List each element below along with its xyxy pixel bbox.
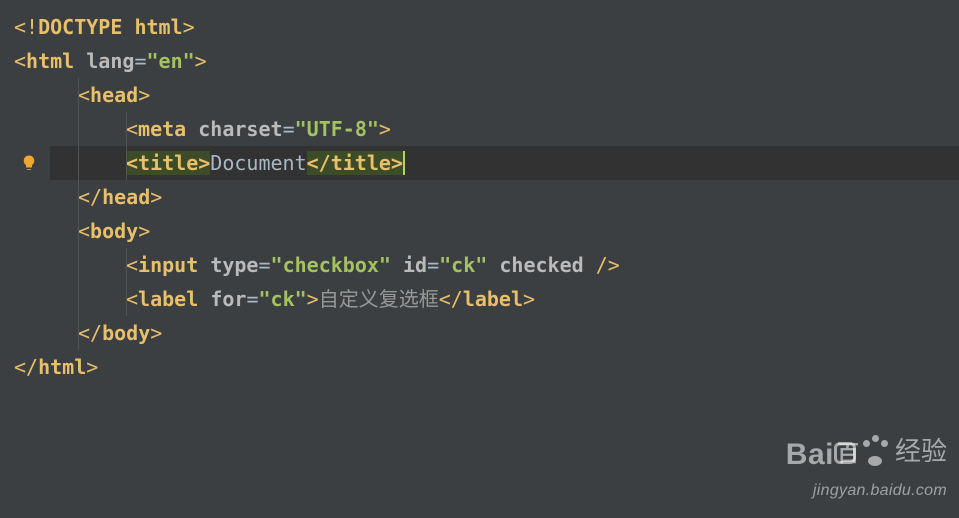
- code-line[interactable]: </head>: [0, 180, 959, 214]
- code-line[interactable]: <label for="ck">自定义复选框</label>: [0, 282, 959, 316]
- code-line[interactable]: </body>: [0, 316, 959, 350]
- token-text: [186, 117, 198, 141]
- token-tag-name: body: [90, 219, 138, 243]
- token-tag-angle: <: [126, 117, 138, 141]
- token-eq: =: [427, 253, 439, 277]
- token-tag-name: html: [26, 49, 74, 73]
- token-string: "ck": [258, 287, 306, 311]
- token-tag-angle: <: [78, 83, 90, 107]
- token-tag-angle: </: [14, 355, 38, 379]
- token-attr: checked: [499, 253, 583, 277]
- token-eq: =: [134, 49, 146, 73]
- token-tag-name: head: [90, 83, 138, 107]
- indent-guide: [126, 282, 127, 316]
- token-attr: type: [210, 253, 258, 277]
- token-tag-name: input: [138, 253, 198, 277]
- token-tag-angle: >: [307, 287, 319, 311]
- token-eq: =: [246, 287, 258, 311]
- indent-guide: [78, 316, 79, 350]
- token-attr: for: [210, 287, 246, 311]
- indent-guide: [78, 248, 79, 282]
- token-tag-angle: >: [195, 49, 207, 73]
- token-tag-angle: <: [14, 49, 26, 73]
- indent-guide: [126, 112, 127, 146]
- indent-guide: [78, 282, 79, 316]
- token-text: [198, 253, 210, 277]
- indent-guide: [78, 112, 79, 146]
- code-line[interactable]: <head>: [0, 78, 959, 112]
- watermark-cn: 经验: [895, 434, 947, 468]
- code-line[interactable]: <title>Document</title>: [0, 146, 959, 180]
- code-line[interactable]: </html>: [0, 350, 959, 384]
- token-tag-angle: >: [150, 185, 162, 209]
- token-tag-name: label: [463, 287, 523, 311]
- token-tag-angle: </: [78, 185, 102, 209]
- token-tag-angle: />: [596, 253, 620, 277]
- indent-guide: [78, 78, 79, 112]
- token-tag-angle: <: [126, 287, 138, 311]
- code-line[interactable]: <!DOCTYPE html>: [0, 10, 959, 44]
- token-attr: lang: [86, 49, 134, 73]
- token-tag-name: label: [138, 287, 198, 311]
- token-tag-angle: >: [150, 321, 162, 345]
- watermark-brand-box: 百: [834, 442, 856, 464]
- token-text: [74, 49, 86, 73]
- token-tag-name: head: [102, 185, 150, 209]
- token-tag-angle: >: [138, 83, 150, 107]
- indent-guide: [126, 248, 127, 282]
- paw-icon: [862, 424, 889, 466]
- code-line[interactable]: <html lang="en">: [0, 44, 959, 78]
- code-editor[interactable]: <!DOCTYPE html><html lang="en"><head><me…: [0, 0, 959, 518]
- token-tag-angle: <: [126, 253, 138, 277]
- token-text-cjk: 自定义复选框: [319, 287, 439, 311]
- token-tag-angle: <: [78, 219, 90, 243]
- token-text: [122, 15, 134, 39]
- indent-guide: [78, 214, 79, 248]
- code-line[interactable]: <meta charset="UTF-8">: [0, 112, 959, 146]
- token-string: "checkbox": [271, 253, 391, 277]
- token-tag-angle: >: [379, 117, 391, 141]
- token-tag-name: DOCTYPE: [38, 15, 122, 39]
- token-attr: id: [403, 253, 427, 277]
- token-tag-name: body: [102, 321, 150, 345]
- watermark-brand: Bai: [786, 438, 834, 471]
- token-tag-angle: >: [523, 287, 535, 311]
- indent-guide: [78, 146, 79, 180]
- token-eq: =: [283, 117, 295, 141]
- token-string: "ck": [439, 253, 487, 277]
- token-tag-angle: </: [439, 287, 463, 311]
- token-tag-angle: >: [183, 15, 195, 39]
- token-text: Document: [210, 151, 306, 175]
- watermark-url: jingyan.baidu.com: [786, 474, 947, 508]
- token-text: [391, 253, 403, 277]
- lightbulb-icon[interactable]: [20, 148, 38, 166]
- indent-guide: [78, 180, 79, 214]
- code-line[interactable]: <input type="checkbox" id="ck" checked /…: [0, 248, 959, 282]
- token-string: "UTF-8": [295, 117, 379, 141]
- token-tag-angle: >: [86, 355, 98, 379]
- token-tag-name: meta: [138, 117, 186, 141]
- indent-guide: [126, 146, 127, 180]
- token-text: [584, 253, 596, 277]
- token-text: [198, 287, 210, 311]
- code-line[interactable]: <body>: [0, 214, 959, 248]
- token-tag-angle: <!: [14, 15, 38, 39]
- token-string: "en": [146, 49, 194, 73]
- token-eq: =: [258, 253, 270, 277]
- caret: [403, 151, 405, 175]
- code-area[interactable]: <!DOCTYPE html><html lang="en"><head><me…: [0, 0, 959, 384]
- token-tag-name: html: [134, 15, 182, 39]
- token-attr: charset: [198, 117, 282, 141]
- token-tag-angle: >: [138, 219, 150, 243]
- token-hl-tag: </title>: [307, 151, 403, 175]
- token-tag-name: html: [38, 355, 86, 379]
- watermark: Bai百 经验 jingyan.baidu.com: [786, 430, 947, 508]
- token-text: [487, 253, 499, 277]
- token-hl-tag: <title>: [126, 151, 210, 175]
- token-tag-angle: </: [78, 321, 102, 345]
